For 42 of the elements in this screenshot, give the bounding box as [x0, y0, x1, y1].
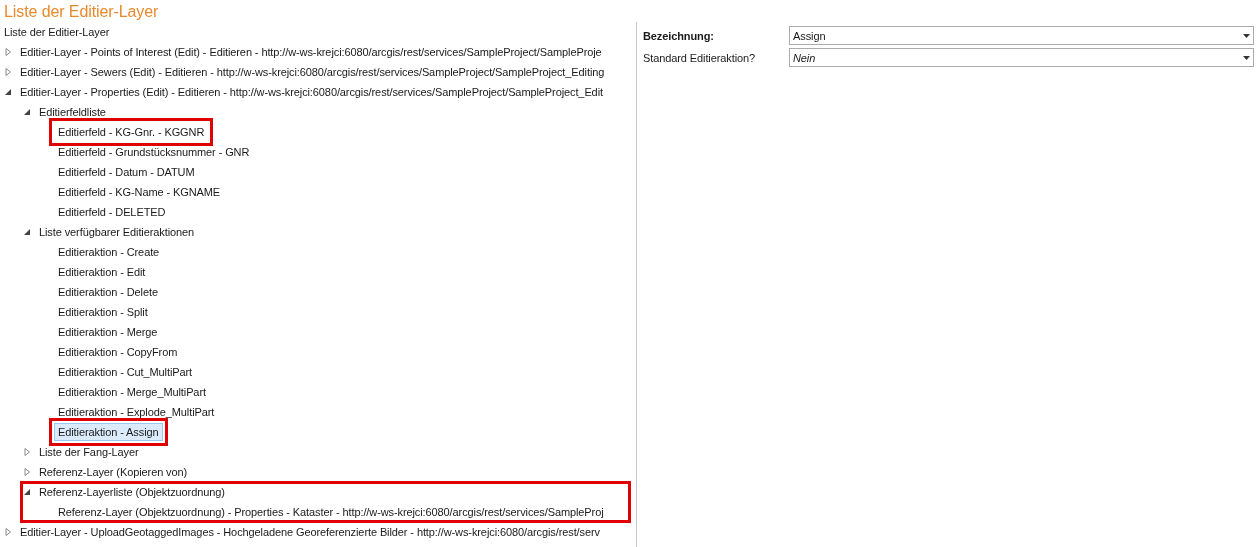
tree-item[interactable]: Editieraktion - Create [54, 243, 164, 261]
dropdown[interactable]: Assign [789, 26, 1254, 45]
tree-item[interactable]: Editieraktion - Delete [54, 283, 162, 301]
tree-item[interactable]: Referenz-Layerliste (Objektzuordnung) [35, 483, 229, 501]
page-title: Liste der Editier-Layer [3, 2, 160, 22]
tree-header: Liste der Editier-Layer [3, 25, 111, 40]
tree-item[interactable]: Editierfeldliste [35, 103, 110, 121]
tree-item[interactable]: Editier-Layer - Points of Interest (Edit) - Editieren - http://w-ws-krejci:6080/arcgis/rest/services/SampleProject/SampleProje [16, 43, 606, 61]
collapsed-arrow-icon[interactable] [4, 528, 12, 536]
tree-item[interactable]: Liste der Fang-Layer [35, 443, 143, 461]
property-label: Bezeichnung: [643, 29, 715, 42]
caret-icon [1243, 55, 1250, 60]
tree-item[interactable]: Liste verfügbarer Editieraktionen [35, 223, 199, 241]
tree-item[interactable]: Editierfeld - Grundstücksnummer - GNR [54, 143, 254, 161]
collapsed-arrow-icon[interactable] [23, 468, 31, 476]
tree-item[interactable]: Editieraktion - Split [54, 303, 152, 321]
caret-icon [1243, 33, 1250, 38]
expanded-arrow-icon[interactable] [23, 228, 31, 236]
collapsed-arrow-icon[interactable] [4, 48, 12, 56]
dropdown[interactable]: Nein [789, 48, 1254, 67]
tree-item[interactable]: Editier-Layer - Properties (Edit) - Editieren - http://w-ws-krejci:6080/arcgis/rest/services/SampleProject/SampleProject_Edit [16, 83, 607, 101]
expanded-arrow-icon[interactable] [23, 488, 31, 496]
tree-item[interactable]: Editierfeld - KG-Name - KGNAME [54, 183, 225, 201]
tree-item[interactable]: Editieraktion - Merge_MultiPart [54, 383, 210, 401]
tree-item[interactable]: Editierfeld - Datum - DATUM [54, 163, 199, 181]
tree-item[interactable]: Editieraktion - Edit [54, 263, 150, 281]
expanded-arrow-icon[interactable] [23, 108, 31, 116]
tree-item[interactable]: Editieraktion - CopyFrom [54, 343, 182, 361]
property-label: Standard Editieraktion? [643, 51, 757, 64]
tree-item[interactable]: Referenz-Layer (Kopieren von) [35, 463, 192, 481]
expanded-arrow-icon[interactable] [4, 88, 12, 96]
tree-item[interactable]: Editierfeld - KG-Gnr. - KGGNR [54, 123, 209, 141]
collapsed-arrow-icon[interactable] [4, 68, 12, 76]
tree-item[interactable]: Editier-Layer - Sewers (Edit) - Editieren - http://w-ws-krejci:6080/arcgis/rest/services/SampleProject/SampleProject_Editing [16, 63, 609, 81]
tree-item[interactable]: Editieraktion - Assign [54, 423, 163, 441]
tree-item[interactable]: Editieraktion - Merge [54, 323, 162, 341]
tree-item[interactable]: Referenz-Layer (Objektzuordnung) - Properties - Kataster - http://w-ws-krejci:6080/arcgis/rest/services/SampleProj [54, 503, 608, 521]
collapsed-arrow-icon[interactable] [23, 448, 31, 456]
tree-item[interactable]: Editieraktion - Cut_MultiPart [54, 363, 197, 381]
tree-item[interactable]: Editieraktion - Explode_MultiPart [54, 403, 219, 421]
tree-item[interactable]: Editierfeld - DELETED [54, 203, 170, 221]
tree-item[interactable]: Editier-Layer - UploadGeotaggedImages - Hochgeladene Georeferenzierte Bilder - http://w-ws-krejci:6080/arcgis/rest/serv [16, 523, 604, 541]
